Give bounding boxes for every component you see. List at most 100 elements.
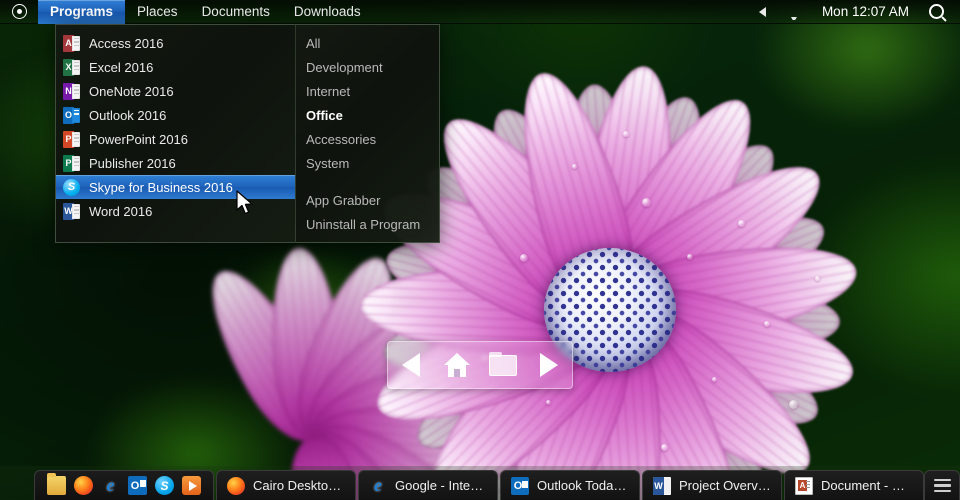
task-button-document-word-label: Document - W... (821, 478, 913, 493)
triangle-left-icon (758, 6, 766, 17)
app-item-skype-for-business[interactable]: S Skype for Business 2016 (56, 175, 295, 199)
menu-item-programs[interactable]: Programs (38, 0, 126, 24)
app-item-onenote[interactable]: N OneNote 2016 (56, 79, 295, 103)
category-all-label: All (306, 35, 321, 51)
skype-icon: S (63, 178, 80, 196)
programs-app-list: A Access 2016 X Excel 2016 N OneNote 201… (55, 24, 295, 243)
quick-launch-bar: e S (34, 470, 214, 500)
menu-item-downloads[interactable]: Downloads (282, 0, 373, 24)
category-office-label: Office (306, 107, 343, 123)
menu-item-app-grabber-label: App Grabber (306, 192, 381, 208)
category-accessories-label: Accessories (306, 131, 377, 147)
app-item-publisher-label: Publisher 2016 (89, 155, 176, 171)
water-droplet (789, 399, 799, 409)
search-button[interactable] (919, 0, 954, 24)
menu-item-documents[interactable]: Documents (190, 0, 282, 24)
category-system-label: System (306, 155, 350, 171)
taskbar-menu-button[interactable] (924, 470, 960, 500)
firefox-icon[interactable] (74, 476, 93, 495)
water-droplet (763, 321, 770, 328)
water-droplet (546, 399, 551, 405)
home-button[interactable] (440, 348, 474, 382)
clock[interactable]: Mon 12:07 AM (812, 4, 919, 19)
category-all[interactable]: All (296, 31, 439, 55)
task-button-google-internet-explorer[interactable]: e Google - Intern... (358, 470, 498, 500)
tray-collapse-button[interactable] (749, 0, 776, 24)
app-item-publisher[interactable]: P Publisher 2016 (56, 151, 295, 175)
app-item-powerpoint-label: PowerPoint 2016 (89, 131, 189, 147)
category-development-label: Development (306, 59, 383, 75)
category-internet[interactable]: Internet (296, 79, 439, 103)
desktop-navigation-dock (387, 341, 573, 389)
folder-button[interactable] (486, 348, 520, 382)
category-system[interactable]: System (296, 151, 439, 175)
app-item-powerpoint[interactable]: P PowerPoint 2016 (56, 127, 295, 151)
water-droplet (622, 130, 629, 137)
outlook-icon[interactable] (128, 476, 147, 495)
display-settings-button[interactable] (776, 0, 812, 24)
app-item-access[interactable]: A Access 2016 (56, 31, 295, 55)
menu-bar: Programs Places Documents Downloads Mon … (0, 0, 960, 24)
task-button-document-word[interactable]: A Document - W... (784, 470, 924, 500)
app-item-word[interactable]: W Word 2016 (56, 199, 295, 223)
menu-item-programs-label: Programs (50, 3, 114, 19)
water-droplet (642, 198, 651, 207)
task-button-project-overview[interactable]: W Project Overvie... (642, 470, 782, 500)
hamburger-icon (933, 476, 951, 496)
home-icon (444, 353, 470, 377)
app-item-word-label: Word 2016 (89, 203, 153, 219)
task-button-cairo-desktop-label: Cairo Desktop... (253, 478, 345, 493)
taskbar: e S Cairo Desktop... e Google - Intern..… (0, 466, 960, 500)
skype-icon[interactable]: S (155, 476, 174, 495)
document-icon: A (795, 476, 813, 495)
app-item-access-label: Access 2016 (89, 35, 164, 51)
task-button-cairo-desktop[interactable]: Cairo Desktop... (216, 470, 356, 500)
task-button-project-overview-label: Project Overvie... (679, 478, 771, 493)
menu-separator (296, 175, 439, 188)
folder-icon (489, 351, 517, 376)
menu-item-app-grabber[interactable]: App Grabber (296, 188, 439, 212)
category-development[interactable]: Development (296, 55, 439, 79)
magnifier-icon (929, 4, 944, 19)
app-item-onenote-label: OneNote 2016 (89, 83, 174, 99)
triangle-right-icon (540, 353, 558, 377)
menu-item-uninstall-a-program[interactable]: Uninstall a Program (296, 212, 439, 236)
excel-icon: X (63, 58, 80, 76)
forward-button[interactable] (532, 348, 566, 382)
internet-explorer-icon: e (374, 475, 382, 495)
task-button-google-internet-explorer-label: Google - Intern... (395, 478, 487, 493)
outlook-icon (511, 476, 529, 495)
triangle-left-icon (402, 353, 420, 377)
task-button-outlook-today[interactable]: Outlook Today... (500, 470, 640, 500)
monitor-icon (786, 5, 802, 20)
outlook-icon: O (63, 106, 80, 124)
menu-item-documents-label: Documents (201, 3, 270, 19)
cairo-ring-icon[interactable] (0, 0, 38, 24)
menu-item-places-label: Places (137, 3, 178, 19)
app-item-excel-label: Excel 2016 (89, 59, 154, 75)
internet-explorer-icon[interactable]: e (101, 475, 120, 495)
media-player-icon[interactable] (182, 476, 201, 495)
access-icon: A (63, 34, 80, 52)
powerpoint-icon: P (63, 130, 80, 148)
category-internet-label: Internet (306, 83, 351, 99)
app-item-outlook-label: Outlook 2016 (89, 107, 167, 123)
app-item-excel[interactable]: X Excel 2016 (56, 55, 295, 79)
folder-icon[interactable] (47, 473, 66, 495)
category-accessories[interactable]: Accessories (296, 127, 439, 151)
onenote-icon: N (63, 82, 80, 100)
word-icon: W (653, 476, 671, 495)
programs-category-list: All Development Internet Office Accessor… (295, 24, 440, 243)
app-item-outlook[interactable]: O Outlook 2016 (56, 103, 295, 127)
menu-item-uninstall-a-program-label: Uninstall a Program (306, 216, 421, 232)
publisher-icon: P (63, 154, 80, 172)
water-droplet (686, 254, 693, 260)
app-item-skype-for-business-label: Skype for Business 2016 (89, 179, 233, 195)
back-button[interactable] (394, 348, 428, 382)
mouse-pointer-icon (236, 190, 253, 215)
firefox-icon (227, 476, 245, 495)
word-icon: W (63, 202, 80, 220)
task-button-outlook-today-label: Outlook Today... (537, 478, 629, 493)
menu-item-places[interactable]: Places (125, 0, 190, 24)
category-office[interactable]: Office (296, 103, 439, 127)
